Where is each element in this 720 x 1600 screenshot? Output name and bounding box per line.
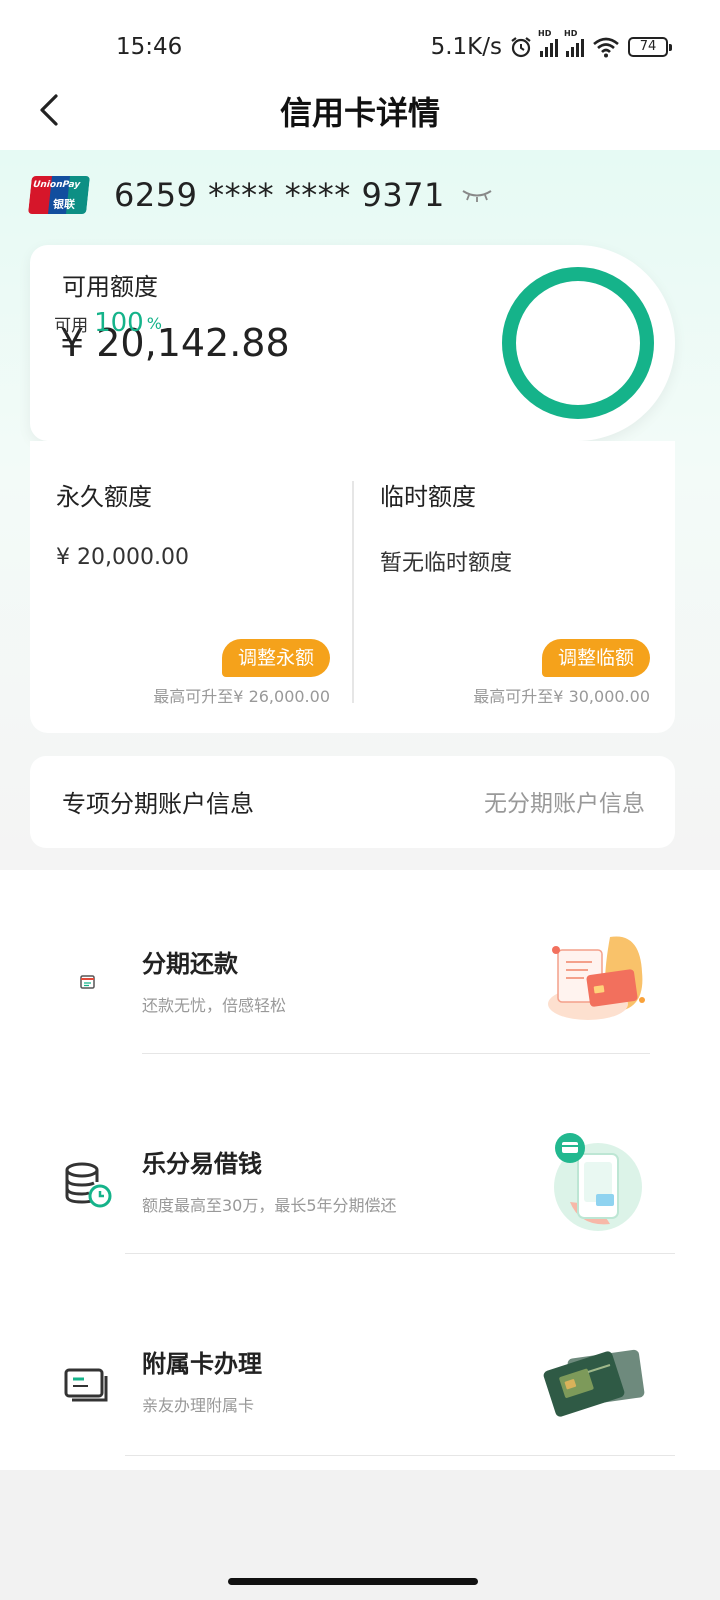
available-credit-card: 可用额度 ¥ 20,142.88 可用 100 % [30,245,675,441]
service-desc: 亲友办理附属卡 [142,1396,255,1415]
service-installment-repay[interactable]: 分期还款 还款无忧，倍感轻松 [0,880,720,1080]
service-divider [125,1253,675,1254]
battery-icon: 74 [628,37,672,57]
limits-card: 永久额度 ¥ 20,000.00 调整永额 最高可升至¥ 26,000.00 临… [30,441,675,733]
ring-label: 可用 [54,315,89,336]
coin-stack-clock-icon [65,1162,112,1208]
card-icon [64,1368,108,1402]
unionpay-logo: UnionPay 银联 [28,176,90,214]
signal-icon-2: HD [564,29,584,57]
card-header: UnionPay 银联 6259 **** **** 9371 [28,176,493,214]
service-supplementary-card[interactable]: 附属卡办理 亲友办理附属卡 [0,1280,720,1480]
ring-unit: % [146,313,162,333]
installment-account-label: 专项分期账户信息 [62,790,254,818]
calendar-icon [80,975,95,989]
service-divider [125,1455,675,1456]
adjust-permanent-button[interactable]: 调整永额 [221,639,330,677]
services-list: 分期还款 还款无忧，倍感轻松 乐分易借钱 额度最高至30万，最长5年分期偿还 附… [0,870,720,1470]
temporary-limit-title: 临时额度 [380,483,476,511]
ring-percent: 100 [94,308,144,338]
service-desc: 还款无忧，倍感轻松 [142,996,287,1015]
temporary-limit-value: 暂无临时额度 [380,551,513,576]
home-indicator[interactable] [228,1578,478,1585]
bank-cards-illustration [543,1349,645,1417]
card-number: 6259 **** **** 9371 [114,176,445,214]
signal-icon-1: HD [538,29,558,57]
installment-account-row[interactable]: 专项分期账户信息 无分期账户信息 [30,756,675,848]
net-speed: 5.1K/s [430,34,502,60]
status-icons: 5.1K/s HD HD 74 [430,29,672,60]
permanent-limit-value: ¥ 20,000.00 [56,545,189,570]
ring-text: 可用 100 % [30,245,186,401]
alarm-icon [511,37,531,58]
temporary-limit-note: 最高可升至¥ 30,000.00 [473,687,650,706]
service-lefenyi-loan[interactable]: 乐分易借钱 额度最高至30万，最长5年分期偿还 [0,1080,720,1280]
available-ring [502,267,654,419]
status-time: 15:46 [116,34,183,60]
bill-card-illustration [548,936,645,1020]
page-title: 信用卡详情 [279,94,440,132]
service-title: 分期还款 [142,950,238,978]
permanent-limit-note: 最高可升至¥ 26,000.00 [153,687,330,706]
service-desc: 额度最高至30万，最长5年分期偿还 [142,1196,397,1215]
ring-progress [502,267,654,419]
phone-loan-illustration [554,1133,642,1231]
eye-closed-icon[interactable] [461,186,493,204]
permanent-limit: 永久额度 ¥ 20,000.00 调整永额 最高可升至¥ 26,000.00 [30,441,330,733]
installment-account-value: 无分期账户信息 [484,791,645,817]
service-divider [142,1053,650,1054]
nav-bar: 信用卡详情 [0,70,720,150]
service-title: 附属卡办理 [142,1350,262,1378]
permanent-limit-title: 永久额度 [56,483,152,511]
wifi-icon [593,37,619,58]
adjust-temporary-button[interactable]: 调整临额 [541,639,650,677]
service-title: 乐分易借钱 [142,1150,262,1178]
temporary-limit: 临时额度 暂无临时额度 调整临额 最高可升至¥ 30,000.00 [354,441,650,733]
